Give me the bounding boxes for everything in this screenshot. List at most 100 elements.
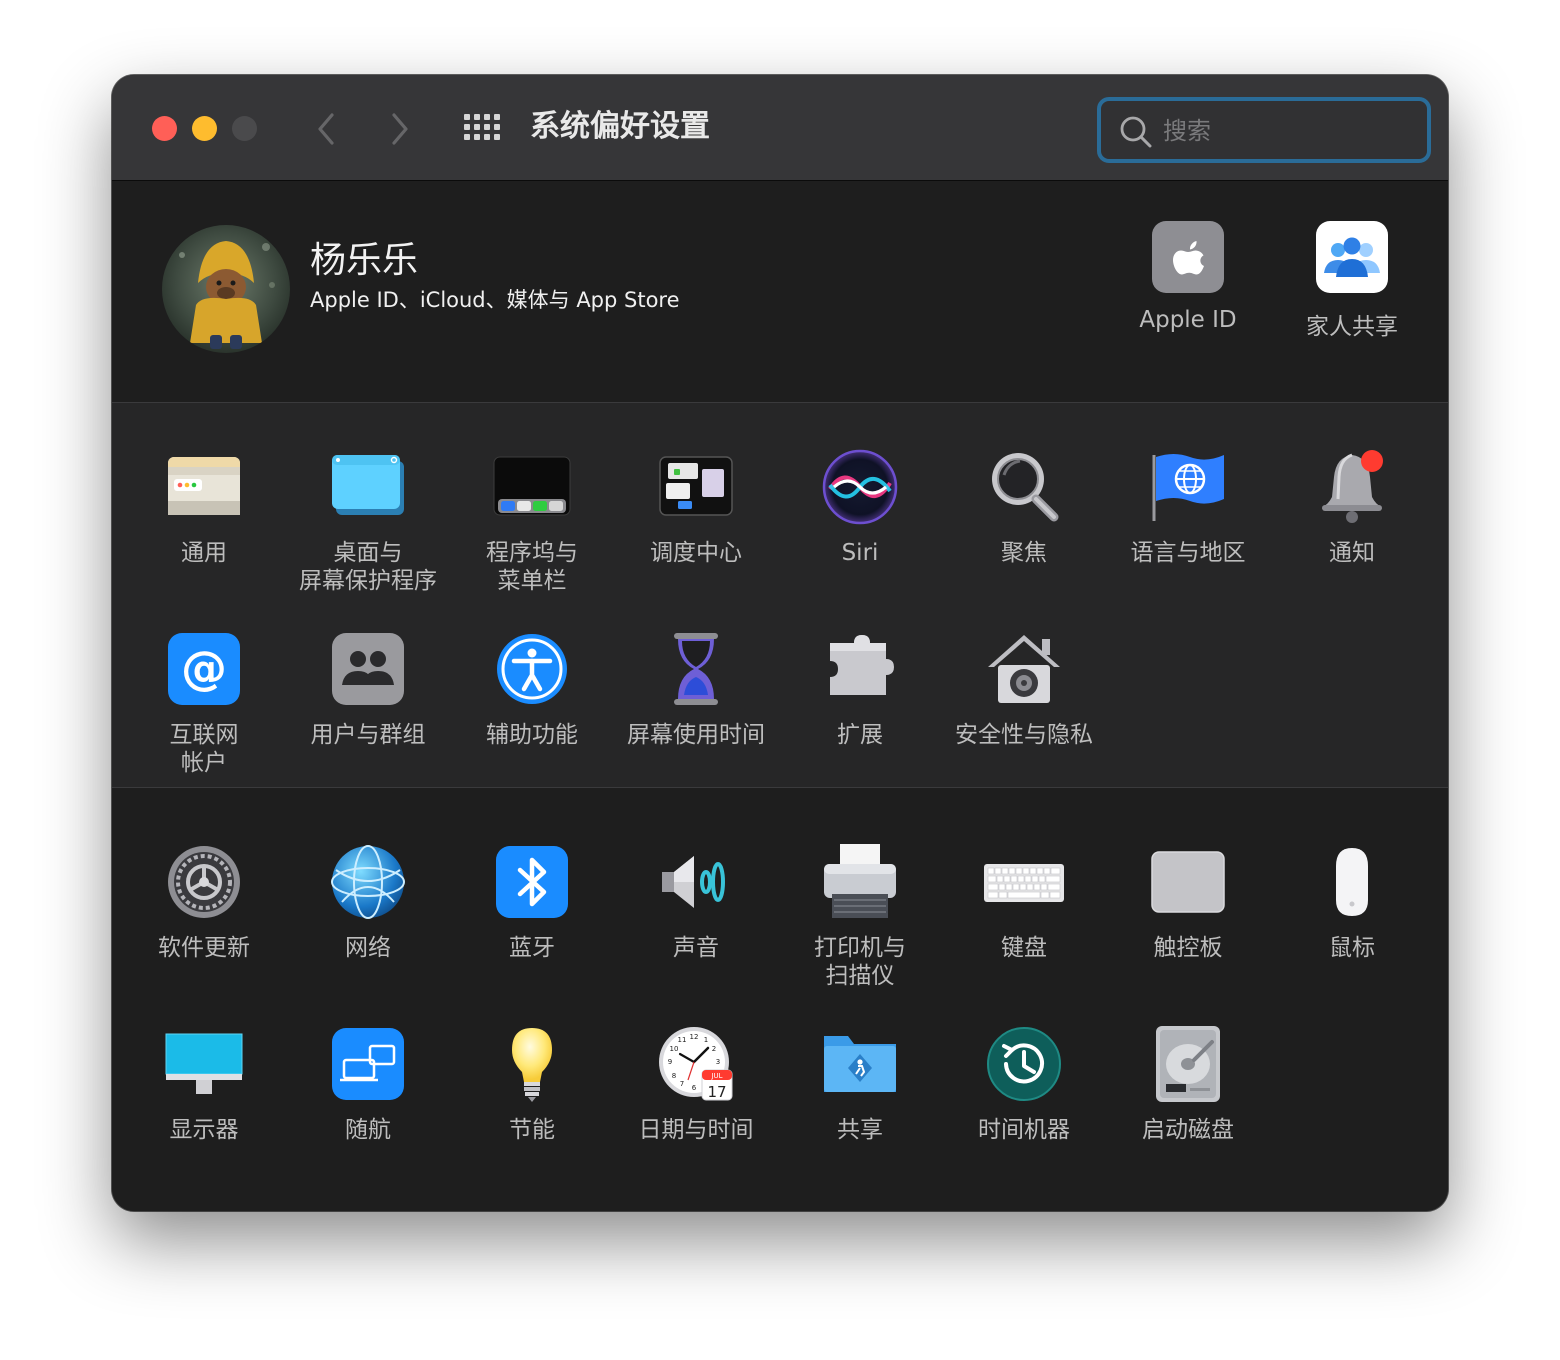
pane-label: 节能 — [509, 1117, 555, 1143]
pane-bluetooth[interactable]: 蓝牙 — [450, 842, 614, 962]
pane-sound[interactable]: 声音 — [614, 842, 778, 962]
pane-sidecar[interactable]: 随航 — [286, 1024, 450, 1144]
desktop-screensaver-icon — [328, 447, 408, 527]
pane-printers-scanners[interactable]: 打印机与 扫描仪 — [778, 842, 942, 990]
pane-label: 聚焦 — [1001, 540, 1047, 566]
pane-spotlight[interactable]: 聚焦 — [942, 447, 1106, 567]
users-groups-icon — [328, 629, 408, 709]
apple-logo-icon — [1152, 221, 1224, 293]
pane-keyboard[interactable]: 键盘 — [942, 842, 1106, 962]
personal-preferences-section: 通用 桌面与 屏幕保护程序 程序坞与 菜单栏 调度中心 Siri 聚焦 语言与地… — [112, 403, 1448, 788]
pane-label: 桌面与 屏幕保护程序 — [299, 540, 437, 594]
pane-label: 扩展 — [837, 722, 883, 748]
pane-label: 通用 — [181, 540, 227, 566]
calendar-day: 17 — [707, 1083, 726, 1101]
pane-label: 语言与地区 — [1130, 540, 1246, 566]
pane-label: 随航 — [345, 1117, 391, 1143]
pane-sharing[interactable]: 共享 — [778, 1024, 942, 1144]
hardware-preferences-section: 软件更新 网络 蓝牙 声音 打印机与 扫描仪 键盘 触控板 鼠标 显示器 随航 … — [112, 788, 1448, 1211]
software-update-icon — [164, 842, 244, 922]
mission-control-icon — [656, 447, 736, 527]
extensions-icon — [820, 629, 900, 709]
close-button[interactable] — [152, 116, 177, 141]
apple-id-banner: 杨乐乐 Apple ID、iCloud、媒体与 App Store Apple … — [112, 181, 1448, 403]
time-machine-icon — [984, 1024, 1064, 1104]
avatar[interactable] — [162, 225, 290, 353]
family-sharing-pane[interactable]: 家人共享 — [1272, 221, 1432, 341]
pane-mission-control[interactable]: 调度中心 — [614, 447, 778, 567]
svg-text:2: 2 — [712, 1045, 716, 1053]
pane-users-groups[interactable]: 用户与群组 — [286, 629, 450, 749]
screen-time-icon — [656, 629, 736, 709]
pane-label: 互联网 帐户 — [169, 722, 239, 776]
pane-language-region[interactable]: 语言与地区 — [1106, 447, 1270, 567]
pane-dock-menubar[interactable]: 程序坞与 菜单栏 — [450, 447, 614, 595]
pane-accessibility[interactable]: 辅助功能 — [450, 629, 614, 749]
sidecar-icon — [328, 1024, 408, 1104]
pane-label: 键盘 — [1001, 935, 1047, 961]
pane-label: Siri — [841, 540, 879, 566]
spotlight-icon — [984, 447, 1064, 527]
svg-text:8: 8 — [672, 1072, 676, 1080]
family-sharing-icon — [1316, 221, 1388, 293]
pane-label: 日期与时间 — [638, 1117, 754, 1143]
minimize-button[interactable] — [192, 116, 217, 141]
svg-text:12: 12 — [690, 1033, 699, 1041]
pane-network[interactable]: 网络 — [286, 842, 450, 962]
svg-text:6: 6 — [692, 1084, 697, 1092]
apple-id-pane[interactable]: Apple ID — [1108, 221, 1268, 333]
dock-menubar-icon — [492, 447, 572, 527]
pane-label: 蓝牙 — [509, 935, 555, 961]
pane-security-privacy[interactable]: 安全性与隐私 — [942, 629, 1106, 749]
pane-label: 安全性与隐私 — [955, 722, 1093, 748]
pane-label: 声音 — [673, 935, 719, 961]
pane-label: 调度中心 — [650, 540, 742, 566]
pane-startup-disk[interactable]: 启动磁盘 — [1106, 1024, 1270, 1144]
pane-label: 辅助功能 — [486, 722, 578, 748]
svg-text:7: 7 — [680, 1080, 684, 1088]
svg-text:11: 11 — [678, 1036, 687, 1044]
apple-id-label: Apple ID — [1139, 307, 1237, 333]
pane-energy-saver[interactable]: 节能 — [450, 1024, 614, 1144]
pane-desktop-screensaver[interactable]: 桌面与 屏幕保护程序 — [286, 447, 450, 595]
pane-general[interactable]: 通用 — [122, 447, 286, 567]
pane-trackpad[interactable]: 触控板 — [1106, 842, 1270, 962]
mouse-icon — [1312, 842, 1392, 922]
pane-extensions[interactable]: 扩展 — [778, 629, 942, 749]
search-field[interactable] — [1097, 97, 1431, 163]
search-input[interactable] — [1161, 111, 1415, 151]
pane-internet-accounts[interactable]: @ 互联网 帐户 — [122, 629, 286, 777]
security-privacy-icon — [984, 629, 1064, 709]
trackpad-icon — [1148, 842, 1228, 922]
window-title: 系统偏好设置 — [530, 109, 710, 144]
pane-label: 软件更新 — [158, 935, 250, 961]
calendar-month: JUL — [710, 1072, 722, 1080]
displays-icon — [164, 1024, 244, 1104]
accessibility-icon — [492, 629, 572, 709]
user-name: 杨乐乐 — [310, 240, 419, 281]
pane-siri[interactable]: Siri — [778, 447, 942, 567]
zoom-button[interactable] — [232, 116, 257, 141]
pane-mouse[interactable]: 鼠标 — [1270, 842, 1434, 962]
pane-software-update[interactable]: 软件更新 — [122, 842, 286, 962]
show-all-grid-icon[interactable] — [464, 114, 502, 142]
pane-notifications[interactable]: 通知 — [1270, 447, 1434, 567]
sharing-icon — [820, 1024, 900, 1104]
bluetooth-icon — [492, 842, 572, 922]
pane-time-machine[interactable]: 时间机器 — [942, 1024, 1106, 1144]
forward-arrow-icon[interactable] — [386, 111, 414, 147]
siri-icon — [820, 447, 900, 527]
svg-text:3: 3 — [716, 1058, 720, 1066]
pane-displays[interactable]: 显示器 — [122, 1024, 286, 1144]
svg-text:1: 1 — [704, 1036, 708, 1044]
startup-disk-icon — [1148, 1024, 1228, 1104]
pane-label: 打印机与 扫描仪 — [814, 935, 906, 989]
pane-date-time[interactable]: 12 1 2 3 9 10 11 8 7 6 JUL 17 日期与时间 — [614, 1024, 778, 1144]
pane-label: 网络 — [345, 935, 391, 961]
pane-label: 通知 — [1329, 540, 1375, 566]
pane-label: 程序坞与 菜单栏 — [486, 540, 578, 594]
back-arrow-icon[interactable] — [312, 111, 340, 147]
pane-screen-time[interactable]: 屏幕使用时间 — [614, 629, 778, 749]
account-subtitle: Apple ID、iCloud、媒体与 App Store — [310, 288, 680, 312]
language-region-icon — [1148, 447, 1228, 527]
